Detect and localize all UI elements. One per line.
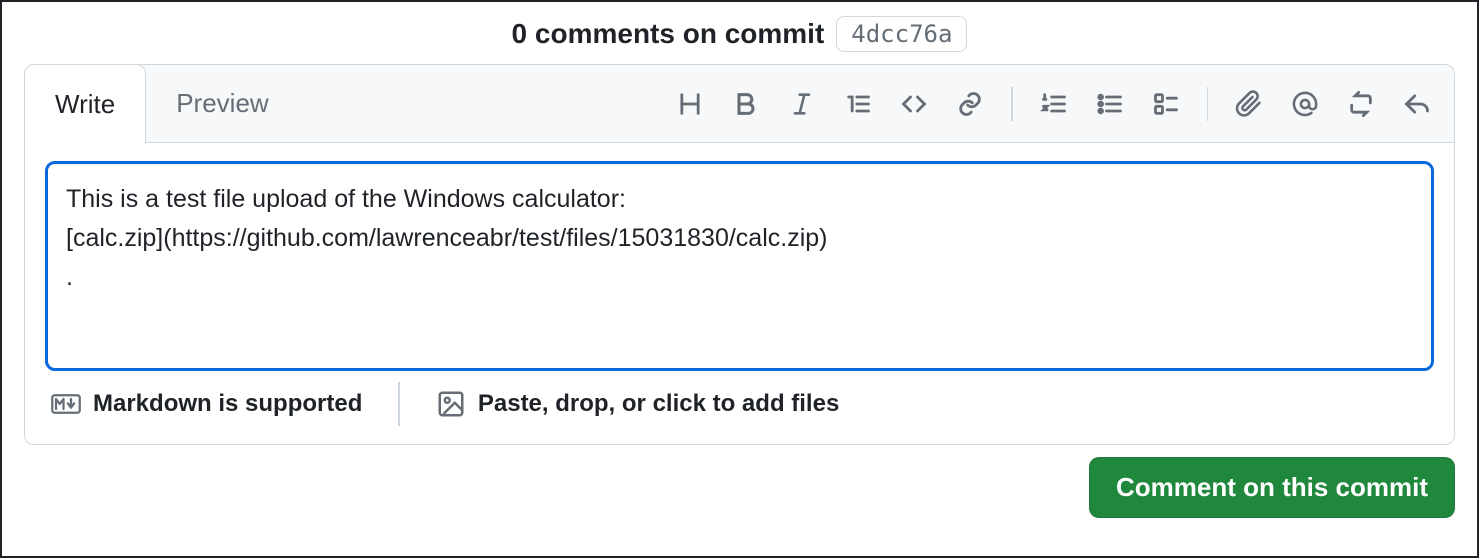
unordered-list-icon[interactable]	[1095, 89, 1125, 119]
editor-body: Markdown is supported Paste, drop, or cl…	[25, 143, 1454, 444]
comment-editor: Write Preview	[24, 64, 1455, 445]
attach-icon[interactable]	[1234, 89, 1264, 119]
link-icon[interactable]	[955, 89, 985, 119]
task-list-icon[interactable]	[1151, 89, 1181, 119]
toolbar-separator	[1011, 87, 1013, 121]
bold-icon[interactable]	[731, 89, 761, 119]
tab-write[interactable]: Write	[24, 64, 146, 144]
italic-icon[interactable]	[787, 89, 817, 119]
ordered-list-icon[interactable]	[1039, 89, 1069, 119]
reply-icon[interactable]	[1402, 89, 1432, 119]
markdown-help-link[interactable]: Markdown is supported	[51, 389, 362, 419]
heading-icon[interactable]	[675, 89, 705, 119]
tab-preview-label: Preview	[176, 88, 268, 119]
markdown-help-label: Markdown is supported	[93, 390, 362, 418]
editor-footer: Markdown is supported Paste, drop, or cl…	[45, 376, 1434, 428]
editor-tab-row: Write Preview	[25, 65, 1454, 143]
comment-textarea[interactable]	[45, 161, 1434, 371]
quote-icon[interactable]	[843, 89, 873, 119]
comment-submit-label: Comment on this commit	[1116, 472, 1428, 502]
toolbar-separator	[1207, 87, 1209, 121]
action-row: Comment on this commit	[2, 457, 1477, 518]
comment-submit-button[interactable]: Comment on this commit	[1089, 457, 1455, 518]
code-icon[interactable]	[899, 89, 929, 119]
comments-heading: 0 comments on commit 4dcc76a	[2, 16, 1477, 52]
tab-write-label: Write	[55, 89, 115, 120]
commit-sha-badge[interactable]: 4dcc76a	[836, 16, 967, 52]
footer-separator	[398, 382, 400, 426]
attach-files-link[interactable]: Paste, drop, or click to add files	[436, 389, 839, 419]
cross-reference-icon[interactable]	[1346, 89, 1376, 119]
formatting-toolbar	[653, 65, 1454, 142]
commit-comment-frame: 0 comments on commit 4dcc76a Write Previ…	[0, 0, 1479, 558]
tab-preview[interactable]: Preview	[146, 65, 298, 142]
attach-files-label: Paste, drop, or click to add files	[478, 390, 839, 418]
mention-icon[interactable]	[1290, 89, 1320, 119]
comments-heading-text: 0 comments on commit	[512, 18, 825, 50]
